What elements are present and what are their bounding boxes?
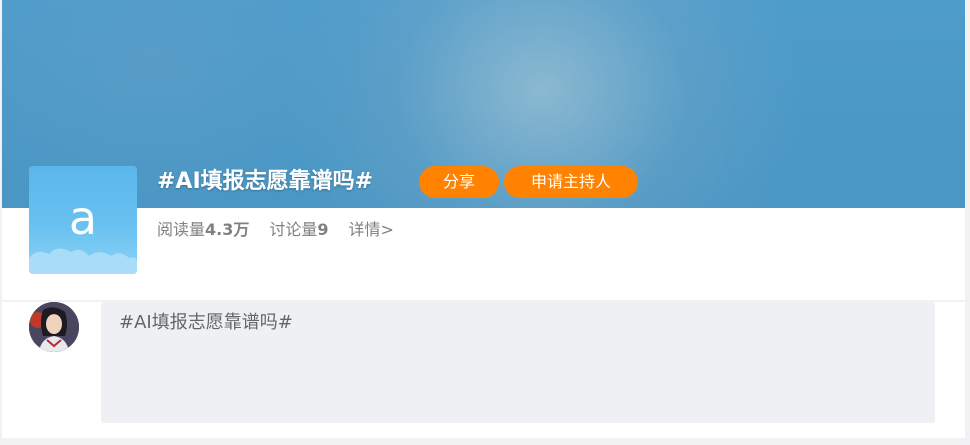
share-button[interactable]: 分享 xyxy=(419,166,499,198)
topic-page: a #AI填报志愿靠谱吗# 分享 申请主持人 阅读量4.3万 讨论量9 详情> #A… xyxy=(0,0,970,445)
user-photo-avatar xyxy=(29,302,79,352)
topic-header-card: a #AI填报志愿靠谱吗# 分享 申请主持人 阅读量4.3万 讨论量9 详情> xyxy=(2,0,965,300)
topic-avatar: a xyxy=(29,166,137,274)
post-composer: #AI填报志愿靠谱吗# xyxy=(2,302,965,438)
cloud-icon xyxy=(29,248,137,274)
discussions-value: 9 xyxy=(317,220,329,239)
topic-avatar-letter: a xyxy=(68,191,98,245)
reads-label: 阅读量 xyxy=(157,220,206,239)
apply-host-button[interactable]: 申请主持人 xyxy=(504,166,638,198)
topic-stats: 阅读量4.3万 讨论量9 详情> xyxy=(157,218,394,242)
details-link[interactable]: 详情> xyxy=(349,220,394,239)
discussions-label: 讨论量 xyxy=(269,220,318,239)
reads-value: 4.3万 xyxy=(205,220,250,239)
user-avatar[interactable] xyxy=(29,302,79,352)
topic-title: #AI填报志愿靠谱吗# xyxy=(157,169,374,194)
compose-input[interactable]: #AI填报志愿靠谱吗# xyxy=(101,302,935,423)
